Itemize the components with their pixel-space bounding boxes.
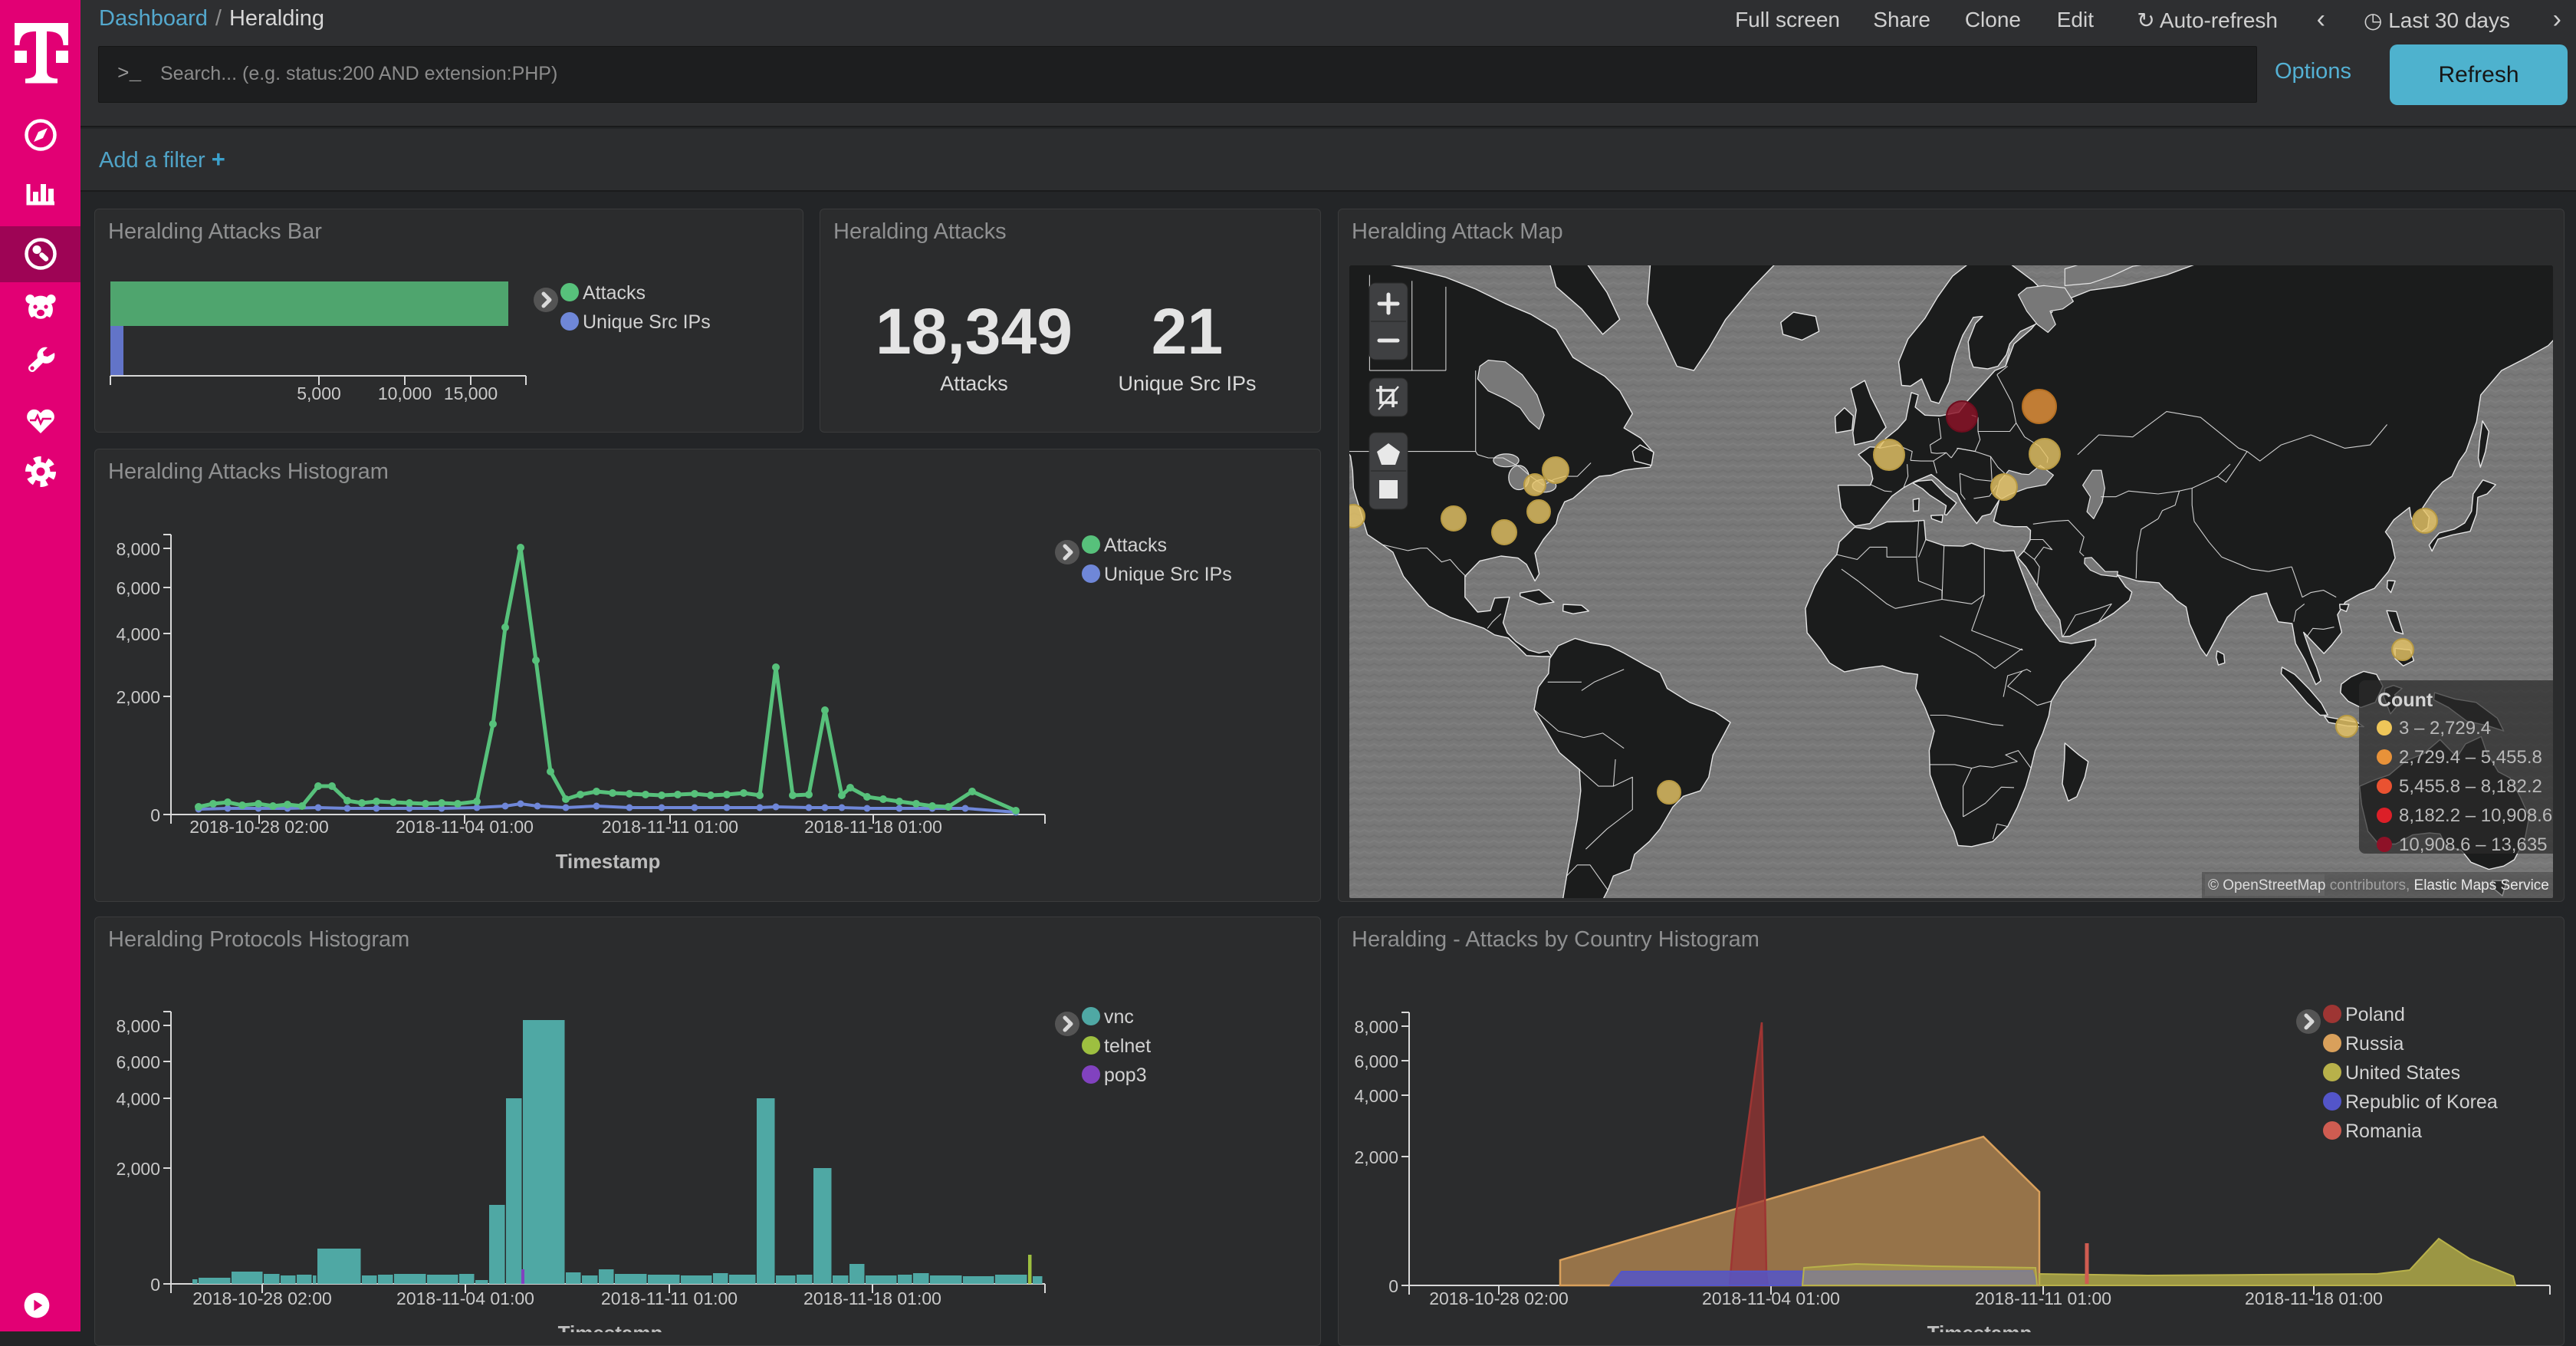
- svg-text:2,729.4 – 5,455.8: 2,729.4 – 5,455.8: [2399, 747, 2542, 768]
- svg-text:telnet: telnet: [1104, 1035, 1151, 1057]
- svg-text:8,000: 8,000: [116, 1016, 160, 1036]
- svg-text:2018-11-04 01:00: 2018-11-04 01:00: [1702, 1288, 1840, 1308]
- svg-text:Timestamp: Timestamp: [558, 1321, 663, 1332]
- svg-text:Romania: Romania: [2345, 1121, 2422, 1142]
- svg-text:2018-11-11 01:00: 2018-11-11 01:00: [601, 1288, 738, 1308]
- svg-text:8,000: 8,000: [116, 539, 160, 559]
- svg-text:10,000: 10,000: [378, 383, 432, 403]
- svg-text:4,000: 4,000: [1354, 1086, 1398, 1106]
- svg-text:5,000: 5,000: [297, 383, 341, 403]
- svg-text:2,000: 2,000: [1354, 1147, 1398, 1167]
- svg-text:2018-11-04 01:00: 2018-11-04 01:00: [396, 1288, 534, 1308]
- svg-text:2018-11-18 01:00: 2018-11-18 01:00: [803, 1288, 941, 1308]
- svg-text:6,000: 6,000: [1354, 1051, 1398, 1071]
- svg-text:Republic of Korea: Republic of Korea: [2345, 1091, 2498, 1113]
- svg-text:5,455.8 – 8,182.2: 5,455.8 – 8,182.2: [2399, 776, 2542, 797]
- svg-text:Poland: Poland: [2345, 1004, 2405, 1025]
- svg-text:0: 0: [150, 805, 160, 825]
- svg-text:Timestamp: Timestamp: [1927, 1321, 2032, 1332]
- svg-text:Unique Src IPs: Unique Src IPs: [1104, 564, 1232, 585]
- svg-text:10,908.6 – 13,635: 10,908.6 – 13,635: [2399, 834, 2548, 855]
- svg-text:2,000: 2,000: [116, 687, 160, 707]
- svg-text:Attacks: Attacks: [1104, 535, 1167, 556]
- svg-text:6,000: 6,000: [116, 1052, 160, 1072]
- svg-text:United States: United States: [2345, 1062, 2460, 1084]
- svg-text:2018-10-28 02:00: 2018-10-28 02:00: [189, 817, 329, 837]
- svg-text:6,000: 6,000: [116, 578, 160, 598]
- svg-text:4,000: 4,000: [116, 1089, 160, 1109]
- svg-text:vnc: vnc: [1104, 1006, 1134, 1028]
- svg-text:Unique Src IPs: Unique Src IPs: [583, 311, 711, 333]
- svg-text:4,000: 4,000: [116, 624, 160, 644]
- svg-text:Timestamp: Timestamp: [556, 850, 661, 873]
- svg-text:Attacks: Attacks: [583, 282, 646, 304]
- svg-text:2018-11-18 01:00: 2018-11-18 01:00: [2245, 1288, 2383, 1308]
- svg-text:© OpenStreetMap contributors,: © OpenStreetMap contributors, Elastic Ma…: [2208, 877, 2549, 893]
- svg-text:2018-10-28 02:00: 2018-10-28 02:00: [192, 1288, 332, 1308]
- svg-text:15,000: 15,000: [444, 383, 498, 403]
- svg-text:0: 0: [1388, 1276, 1398, 1296]
- svg-text:8,000: 8,000: [1354, 1017, 1398, 1037]
- svg-text:0: 0: [150, 1275, 160, 1295]
- svg-text:2018-11-18 01:00: 2018-11-18 01:00: [804, 817, 942, 837]
- svg-text:Count: Count: [2377, 689, 2433, 711]
- svg-text:2018-10-28 02:00: 2018-10-28 02:00: [1429, 1288, 1569, 1308]
- svg-text:8,182.2 – 10,908.6: 8,182.2 – 10,908.6: [2399, 805, 2552, 826]
- svg-text:2018-11-11 01:00: 2018-11-11 01:00: [1975, 1288, 2111, 1308]
- svg-text:2,000: 2,000: [116, 1159, 160, 1179]
- svg-text:Russia: Russia: [2345, 1033, 2404, 1055]
- svg-text:pop3: pop3: [1104, 1065, 1147, 1086]
- svg-text:2018-11-04 01:00: 2018-11-04 01:00: [396, 817, 534, 837]
- svg-text:3 – 2,729.4: 3 – 2,729.4: [2399, 718, 2491, 739]
- svg-text:2018-11-11 01:00: 2018-11-11 01:00: [602, 817, 738, 837]
